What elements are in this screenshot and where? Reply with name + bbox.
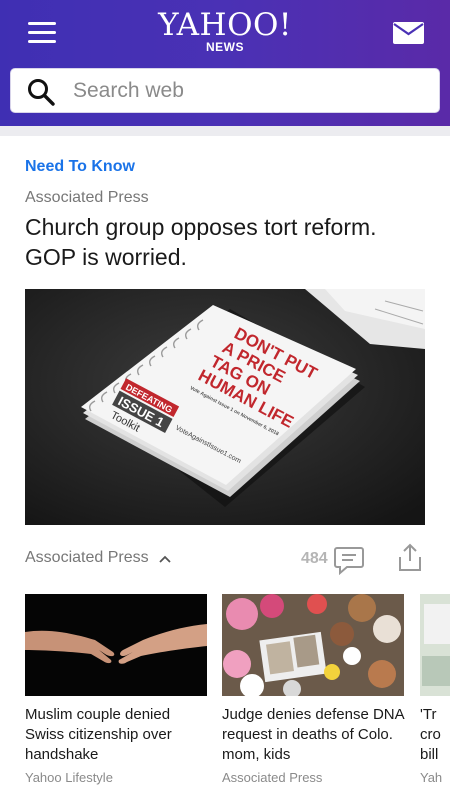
- news-card[interactable]: 'Tr cro bill Yah: [420, 594, 450, 785]
- story-headline[interactable]: Church group opposes tort reform. GOP is…: [25, 212, 425, 272]
- card-title[interactable]: Judge denies defense DNA request in deat…: [222, 705, 404, 765]
- story-source: Associated Press: [25, 189, 149, 206]
- news-card[interactable]: Judge denies defense DNA request in deat…: [222, 594, 404, 785]
- card-source: Yahoo Lifestyle: [25, 770, 113, 785]
- search-bar[interactable]: [10, 68, 440, 113]
- card-title[interactable]: Muslim couple denied Swiss citizenship o…: [25, 705, 207, 765]
- yahoo-news-logo[interactable]: YAHOO! NEWS: [0, 8, 450, 54]
- card-source: Associated Press: [222, 770, 323, 785]
- section-divider: [0, 126, 450, 136]
- card-image-memorial[interactable]: [222, 594, 404, 696]
- card-title[interactable]: 'Tr cro bill: [420, 705, 450, 765]
- story-meta-row: Associated Press 484: [25, 543, 425, 576]
- card-source: Yah: [420, 770, 443, 785]
- chevron-up-icon[interactable]: [159, 555, 171, 563]
- story-hero-image[interactable]: DON'T PUT A PRICE TAG ON HUMAN LIFE Vote…: [25, 289, 425, 525]
- card-title-line: 'Tr cro bill: [420, 706, 441, 763]
- card-image-hands[interactable]: [25, 594, 207, 696]
- card-image-partial[interactable]: [420, 594, 450, 696]
- app-header: YAHOO! NEWS: [0, 0, 450, 126]
- search-input[interactable]: [73, 75, 423, 107]
- need-to-know-label[interactable]: Need To Know: [25, 158, 135, 176]
- logo-subtext: NEWS: [206, 40, 244, 54]
- comment-icon[interactable]: [333, 545, 365, 575]
- news-card[interactable]: Muslim couple denied Swiss citizenship o…: [25, 594, 207, 785]
- search-icon[interactable]: [27, 78, 55, 106]
- logo-text: YAHOO!: [158, 7, 292, 43]
- share-icon[interactable]: [397, 542, 423, 572]
- comment-count: 484: [301, 550, 328, 567]
- story-source-toggle[interactable]: Associated Press: [25, 549, 149, 567]
- mail-icon[interactable]: [393, 22, 424, 44]
